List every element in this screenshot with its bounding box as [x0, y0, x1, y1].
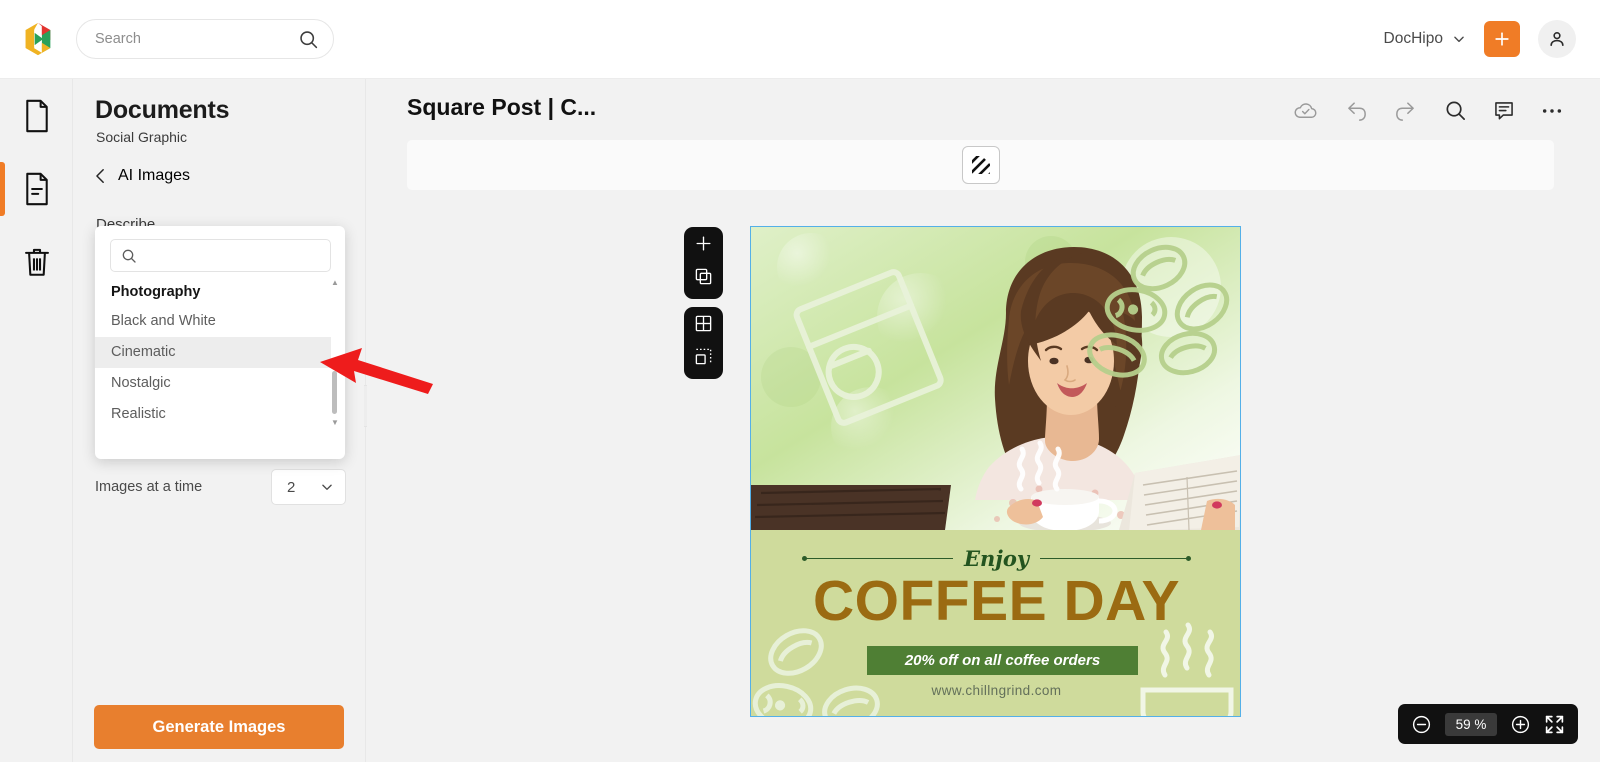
- dropdown-option-cinematic[interactable]: Cinematic: [95, 337, 331, 368]
- cloud-saved-icon[interactable]: [1293, 100, 1318, 122]
- design-canvas[interactable]: Enjoy COFFEE DAY 20% off on all coffee o…: [750, 226, 1241, 717]
- plus-icon: [1495, 32, 1509, 46]
- diagonal-stripes-icon: [971, 156, 990, 174]
- person-icon: [1550, 32, 1564, 47]
- dropdown-option-black-and-white[interactable]: Black and White: [95, 306, 331, 337]
- redo-icon[interactable]: [1394, 100, 1418, 122]
- dochipo-logo-icon: [25, 22, 51, 56]
- scroll-down-arrow[interactable]: ▼: [331, 418, 339, 427]
- global-search[interactable]: [76, 19, 334, 59]
- generate-images-button[interactable]: Generate Images: [94, 705, 344, 749]
- rail-item-documents[interactable]: [0, 79, 73, 152]
- dropdown-option-nostalgic[interactable]: Nostalgic: [95, 368, 331, 399]
- document-lines-icon: [25, 172, 48, 205]
- dropdown-option-realistic[interactable]: Realistic: [95, 399, 331, 430]
- workspace-label: DocHipo: [1383, 30, 1443, 47]
- design-photo: [751, 227, 1240, 530]
- search-icon[interactable]: [1444, 99, 1467, 122]
- search-icon: [122, 249, 136, 263]
- properties-bar: [407, 140, 1554, 190]
- images-at-a-time-label: Images at a time: [95, 479, 203, 495]
- dropdown-search[interactable]: [110, 239, 331, 272]
- crop-icon[interactable]: [684, 340, 723, 373]
- divider-left: [801, 556, 953, 560]
- more-options-icon[interactable]: [1541, 106, 1563, 116]
- zoom-level-value[interactable]: 59 %: [1445, 712, 1497, 736]
- photo-woman-with-coffee: [751, 227, 1240, 530]
- panel-subtitle: Social Graphic: [96, 129, 188, 145]
- chevron-left-icon: [96, 169, 104, 183]
- left-icon-rail: [0, 79, 73, 762]
- images-count-value: 2: [287, 478, 296, 496]
- back-to-ai-images[interactable]: AI Images: [95, 167, 190, 185]
- design-website: www.chillngrind.com: [931, 683, 1062, 698]
- comment-icon[interactable]: [1493, 100, 1515, 122]
- app-root: DocHipo: [0, 0, 1600, 762]
- rail-item-templates[interactable]: [0, 152, 73, 225]
- scroll-up-arrow[interactable]: ▲: [331, 278, 339, 287]
- dropdown-search-input[interactable]: [144, 248, 320, 263]
- dropdown-scrollbar[interactable]: ▲ ▼: [331, 278, 339, 428]
- zoom-control: 59 %: [1398, 704, 1578, 744]
- grid-icon[interactable]: [684, 307, 723, 340]
- duplicate-icon[interactable]: [684, 260, 723, 293]
- fullscreen-icon[interactable]: [1544, 714, 1565, 735]
- undo-icon[interactable]: [1344, 100, 1368, 122]
- dropdown-option-list: Photography Black and White Cinematic No…: [95, 278, 339, 430]
- search-input[interactable]: [95, 31, 298, 47]
- design-headline: COFFEE DAY: [812, 569, 1181, 633]
- create-new-button[interactable]: [1484, 21, 1520, 57]
- workspace-selector[interactable]: DocHipo: [1384, 30, 1466, 48]
- zoom-in-icon[interactable]: [1510, 714, 1531, 735]
- design-offer-text: 20% off on all coffee orders: [904, 652, 1101, 669]
- design-green-panel: Enjoy COFFEE DAY 20% off on all coffee o…: [751, 530, 1240, 716]
- images-count-select[interactable]: 2: [271, 469, 346, 505]
- pattern-button[interactable]: [961, 146, 1000, 184]
- rail-item-trash[interactable]: [0, 225, 73, 298]
- element-layout-toolbar: [684, 307, 723, 379]
- topbar-right-group: DocHipo: [1384, 20, 1600, 58]
- search-icon: [300, 30, 318, 48]
- page-title: Documents: [95, 96, 230, 124]
- chevron-down-icon: [322, 484, 332, 491]
- design-offer-banner: 20% off on all coffee orders: [867, 646, 1138, 675]
- images-at-a-time-row: Images at a time 2: [95, 469, 346, 505]
- editor-toolbar: [1293, 99, 1563, 122]
- back-label: AI Images: [118, 167, 191, 184]
- dropdown-group-header: Photography: [111, 284, 201, 300]
- app-logo[interactable]: [0, 20, 76, 58]
- scrollbar-thumb[interactable]: [332, 371, 337, 414]
- trash-icon: [24, 248, 49, 276]
- editor-area: Square Post | C... Enjoy COFFEE DAY 20% …: [367, 79, 1600, 762]
- document-icon: [25, 99, 48, 132]
- user-avatar-button[interactable]: [1538, 20, 1576, 58]
- add-icon[interactable]: [684, 227, 723, 260]
- chevron-down-icon: [1454, 36, 1464, 43]
- document-title[interactable]: Square Post | C...: [407, 94, 596, 121]
- element-add-toolbar: [684, 227, 723, 299]
- top-bar: DocHipo: [0, 0, 1600, 79]
- divider-right: [1040, 556, 1192, 560]
- style-dropdown-menu: Photography Black and White Cinematic No…: [95, 226, 345, 459]
- zoom-out-icon[interactable]: [1411, 714, 1432, 735]
